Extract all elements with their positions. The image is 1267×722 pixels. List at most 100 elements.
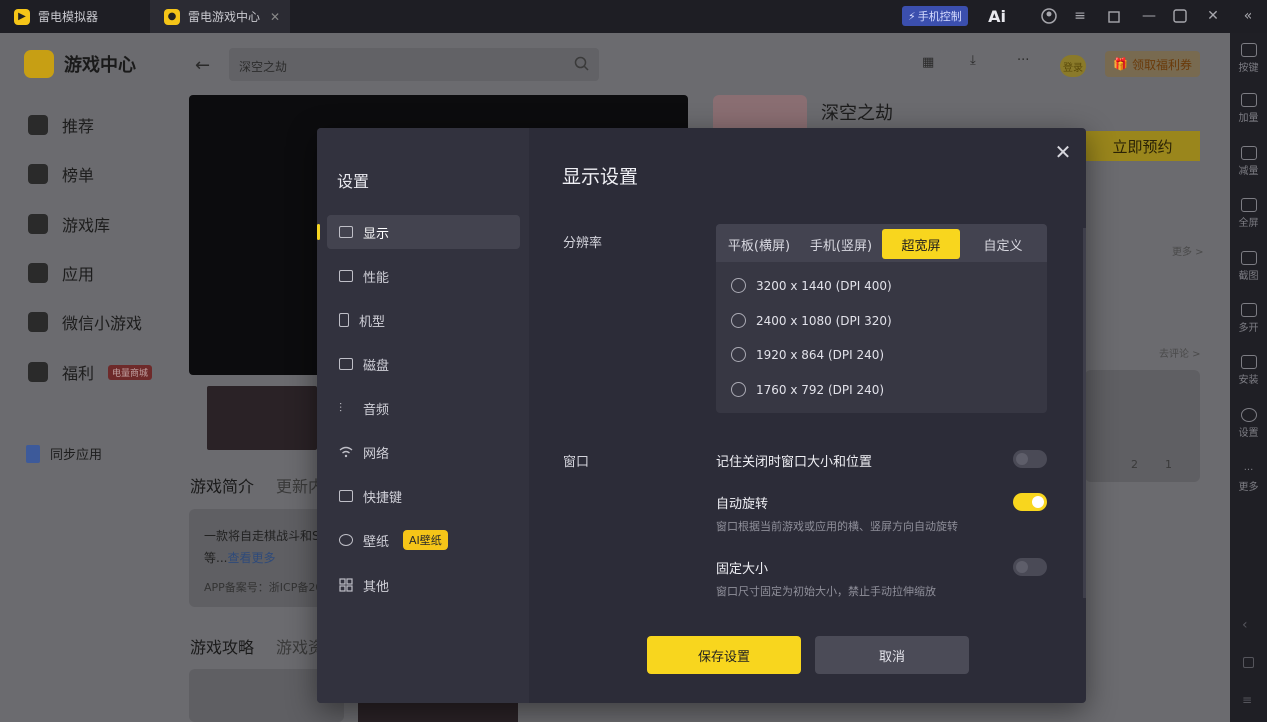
nav-game-library[interactable]: 游戏库 bbox=[28, 212, 110, 236]
download-icon[interactable]: ⤓ bbox=[970, 53, 976, 68]
intro-more-link[interactable]: 查看更多 bbox=[227, 551, 275, 565]
nav-apps[interactable]: 应用 bbox=[28, 261, 94, 285]
resolution-option-label: 2400 x 1080 (DPI 320) bbox=[756, 313, 892, 328]
fullscreen-button[interactable]: 全屏 bbox=[1230, 198, 1267, 229]
coupon-button[interactable]: 🎁 领取福利券 bbox=[1105, 51, 1200, 77]
menu-label: 壁纸 bbox=[363, 534, 390, 550]
radio-circle[interactable] bbox=[731, 382, 746, 397]
home-icon bbox=[28, 115, 48, 135]
nav-label: 应用 bbox=[62, 265, 95, 284]
rb-label: 减量 bbox=[1238, 166, 1259, 177]
more-link[interactable]: 更多 > bbox=[1172, 243, 1204, 258]
account-icon[interactable] bbox=[1039, 6, 1059, 26]
resolution-label: 分辨率 bbox=[563, 236, 603, 251]
tab-intro[interactable]: 游戏简介 bbox=[190, 473, 254, 497]
keymap-button[interactable]: 按键 bbox=[1230, 43, 1267, 74]
tab-guide[interactable]: 游戏攻略 bbox=[190, 634, 254, 658]
comment-count[interactable]: 1 bbox=[1165, 458, 1172, 471]
menu-label: 机型 bbox=[359, 314, 386, 330]
screenshot-button[interactable]: 截图 bbox=[1230, 251, 1267, 282]
radio-circle[interactable] bbox=[731, 347, 746, 362]
android-home-icon[interactable] bbox=[1243, 657, 1254, 668]
scrollbar[interactable] bbox=[1083, 228, 1086, 598]
resolution-option[interactable]: 2400 x 1080 (DPI 320) bbox=[731, 313, 892, 328]
settings-menu-model[interactable]: 机型 bbox=[327, 303, 520, 337]
tab-game-center[interactable]: ● 雷电游戏中心 ✕ bbox=[150, 0, 290, 33]
restore-icon[interactable] bbox=[1105, 6, 1125, 26]
preorder-button[interactable]: 立即预约 bbox=[1085, 131, 1200, 161]
tab-emulator[interactable]: ▶ 雷电模拟器 bbox=[0, 0, 148, 33]
minimize-icon[interactable]: — bbox=[1139, 6, 1159, 26]
settings-menu-display[interactable]: 显示 bbox=[317, 215, 520, 249]
ai-button[interactable]: Ai bbox=[984, 6, 1010, 26]
like-count[interactable]: 2 bbox=[1131, 458, 1138, 471]
nav-label: 游戏库 bbox=[62, 216, 111, 235]
gamepad-icon bbox=[28, 214, 48, 234]
volume-down-icon bbox=[1240, 146, 1257, 160]
save-settings-button[interactable]: 保存设置 bbox=[647, 636, 801, 674]
video-thumbnail[interactable] bbox=[207, 386, 317, 450]
remember-window-toggle[interactable] bbox=[1013, 450, 1047, 468]
calendar-icon[interactable]: ▦ bbox=[922, 55, 934, 70]
cancel-button[interactable]: 取消 bbox=[815, 636, 969, 674]
search-input[interactable]: 深空之劫 bbox=[229, 48, 599, 81]
tab-close-icon[interactable]: ✕ bbox=[270, 10, 280, 24]
settings-menu-network[interactable]: 网络 bbox=[327, 435, 520, 469]
icp-text: APP备案号：浙ICP备20 bbox=[204, 581, 323, 594]
tab-phone-portrait[interactable]: 手机(竖屏) bbox=[802, 229, 880, 259]
settings-menu-wallpaper[interactable]: 壁纸 AI壁纸 bbox=[327, 523, 520, 557]
settings-menu-other[interactable]: 其他 bbox=[327, 568, 520, 602]
multi-instance-button[interactable]: 多开 bbox=[1230, 303, 1267, 334]
more-icon[interactable]: ··· bbox=[1017, 53, 1029, 68]
nav-ranking[interactable]: 榜单 bbox=[28, 162, 94, 186]
rb-label: 多开 bbox=[1238, 323, 1259, 334]
install-button[interactable]: 安装 bbox=[1230, 355, 1267, 386]
guide-card-2[interactable] bbox=[358, 703, 518, 722]
brand: 游戏中心 bbox=[24, 50, 136, 78]
nav-welfare[interactable]: 福利 电量商城 bbox=[28, 360, 153, 384]
menu-icon[interactable]: ≡ bbox=[1070, 6, 1090, 26]
ranking-icon bbox=[28, 164, 48, 184]
tab-ultrawide[interactable]: 超宽屏 bbox=[882, 229, 960, 259]
volume-down-button[interactable]: 减量 bbox=[1230, 146, 1267, 177]
search-icon[interactable] bbox=[574, 56, 589, 71]
radio-circle[interactable] bbox=[731, 313, 746, 328]
lightning-icon: ⚡ bbox=[908, 9, 916, 23]
close-icon[interactable]: ✕ bbox=[1053, 142, 1073, 162]
settings-menu-shortcuts[interactable]: 快捷键 bbox=[327, 479, 520, 513]
settings-menu-performance[interactable]: 性能 bbox=[327, 259, 520, 293]
review-link[interactable]: 去评论 > bbox=[1159, 345, 1201, 360]
back-arrow-icon[interactable]: ← bbox=[195, 55, 210, 76]
login-label: 登录 bbox=[1063, 62, 1083, 74]
resolution-option[interactable]: 1920 x 864 (DPI 240) bbox=[731, 347, 884, 362]
tab-custom[interactable]: 自定义 bbox=[966, 229, 1040, 259]
maximize-icon[interactable] bbox=[1170, 6, 1190, 26]
android-back-icon[interactable]: ‹ bbox=[1242, 617, 1248, 633]
login-button[interactable]: 登录 bbox=[1060, 55, 1086, 77]
volume-up-button[interactable]: 加量 bbox=[1230, 93, 1267, 124]
sync-label: 同步应用 bbox=[50, 448, 103, 463]
sync-apps[interactable]: 同步应用 bbox=[26, 444, 102, 463]
more-button[interactable]: ··· 更多 bbox=[1230, 465, 1267, 493]
auto-rotate-toggle[interactable] bbox=[1013, 493, 1047, 511]
tab-tablet-landscape[interactable]: 平板(横屏) bbox=[722, 229, 796, 259]
fixed-size-toggle[interactable] bbox=[1013, 558, 1047, 576]
resolution-option-label: 3200 x 1440 (DPI 400) bbox=[756, 278, 892, 293]
resolution-option-label: 1920 x 864 (DPI 240) bbox=[756, 347, 885, 362]
close-window-icon[interactable]: ✕ bbox=[1203, 6, 1223, 26]
review-card: 2 1 bbox=[1085, 370, 1200, 482]
nav-wechat-games[interactable]: 微信小游戏 bbox=[28, 310, 142, 334]
phone-control-button[interactable]: ⚡ 手机控制 bbox=[902, 6, 968, 26]
collapse-sidebar-icon[interactable]: « bbox=[1238, 6, 1258, 26]
settings-button[interactable]: 设置 bbox=[1230, 408, 1267, 439]
rb-label: 加量 bbox=[1238, 113, 1259, 124]
android-recents-icon[interactable]: ≡ bbox=[1242, 693, 1252, 707]
settings-menu-audio[interactable]: ⫶ 音频 bbox=[327, 391, 520, 425]
nav-recommend[interactable]: 推荐 bbox=[28, 113, 94, 137]
resolution-option[interactable]: 3200 x 1440 (DPI 400) bbox=[731, 278, 892, 293]
toggle-knob bbox=[1032, 496, 1044, 508]
radio-circle[interactable] bbox=[731, 278, 746, 293]
resolution-option[interactable]: 1760 x 792 (DPI 240) bbox=[731, 382, 884, 397]
settings-menu-disk[interactable]: 磁盘 bbox=[327, 347, 520, 381]
auto-rotate-label: 自动旋转 bbox=[716, 497, 769, 512]
